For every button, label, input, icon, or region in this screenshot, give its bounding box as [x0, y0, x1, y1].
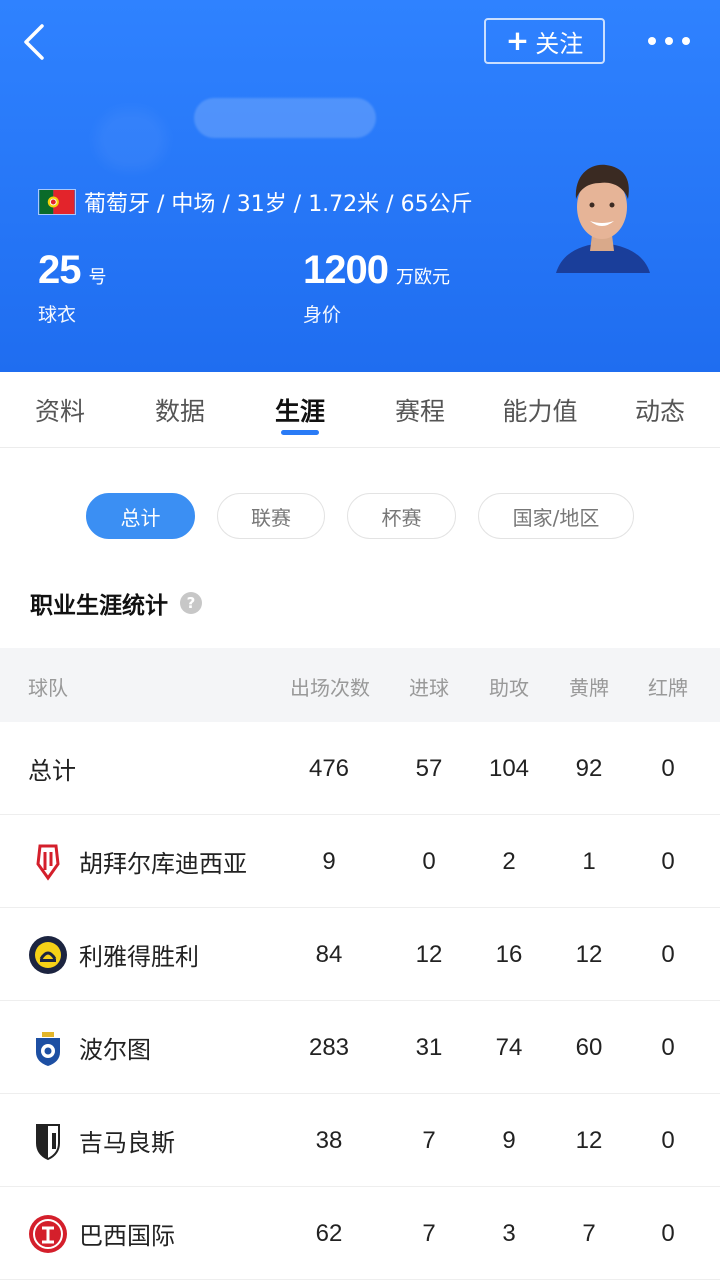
section-title-text: 职业生涯统计 — [30, 593, 168, 619]
player-info-text: 葡萄牙 / 中场 / 31岁 / 1.72米 / 65公斤 — [84, 192, 473, 217]
table-row[interactable]: 利雅得胜利 84 12 16 12 0 — [0, 908, 720, 1001]
tab-ability[interactable]: 能力值 — [480, 392, 600, 428]
player-header: + 关注 葡萄牙 / 中场 / 31岁 / 1.72米 / 65公斤 25 号 球… — [0, 0, 720, 372]
team-cell: 波尔图 — [28, 1001, 151, 1094]
yellow-value: 60 — [575, 1034, 603, 1061]
red-value: 0 — [661, 1034, 675, 1061]
team-name: 胡拜尔库迪西亚 — [79, 850, 247, 878]
player-info-line: 葡萄牙 / 中场 / 31岁 / 1.72米 / 65公斤 — [38, 186, 473, 218]
market-value-stat: 1200 万欧元 身价 — [303, 248, 450, 327]
team-name: 利雅得胜利 — [79, 943, 199, 971]
back-button[interactable] — [18, 22, 54, 62]
red-value: 0 — [661, 848, 675, 875]
team-name: 吉马良斯 — [79, 1129, 175, 1157]
col-header-apps: 出场次数 — [290, 676, 370, 700]
goals-value: 7 — [422, 1127, 436, 1154]
filter-cup[interactable]: 杯赛 — [347, 493, 456, 539]
red-value: 0 — [661, 1127, 675, 1154]
tab-news[interactable]: 动态 — [600, 392, 720, 428]
tab-bar: 资料 数据 生涯 赛程 能力值 动态 — [0, 372, 720, 448]
chevron-left-icon — [24, 24, 44, 60]
col-header-yellow: 黄牌 — [569, 676, 609, 700]
col-header-assists: 助攻 — [489, 676, 529, 700]
al-qadsiah-logo-icon — [28, 842, 68, 882]
red-value: 0 — [661, 755, 675, 782]
portugal-flag-icon — [38, 189, 76, 215]
internacional-logo-icon — [28, 1214, 68, 1254]
market-value-number: 1200 — [303, 248, 389, 292]
table-header: 球队 出场次数 进球 助攻 黄牌 红牌 — [0, 648, 720, 722]
tab-schedule[interactable]: 赛程 — [360, 392, 480, 428]
player-avatar — [556, 164, 650, 273]
yellow-value: 7 — [582, 1220, 596, 1247]
goals-value: 7 — [422, 1220, 436, 1247]
yellow-value: 12 — [575, 941, 603, 968]
more-dot-icon — [665, 37, 673, 45]
col-header-team: 球队 — [28, 676, 68, 700]
team-name: 巴西国际 — [79, 1222, 175, 1250]
yellow-value: 1 — [582, 848, 596, 875]
apps-value: 62 — [315, 1220, 343, 1247]
table-row[interactable]: 吉马良斯 38 7 9 12 0 — [0, 1094, 720, 1187]
table-row-total[interactable]: 总计 476 57 104 92 0 — [0, 722, 720, 815]
assists-value: 16 — [495, 941, 523, 968]
team-name: 波尔图 — [79, 1036, 151, 1064]
assists-value: 2 — [502, 848, 516, 875]
active-tab-indicator — [281, 430, 319, 435]
help-icon[interactable]: ? — [180, 592, 202, 614]
apps-value: 38 — [315, 1127, 343, 1154]
player-name-placeholder — [194, 98, 376, 138]
filter-league[interactable]: 联赛 — [217, 493, 325, 539]
follow-label: 关注 — [535, 29, 584, 58]
goals-value: 57 — [415, 755, 443, 782]
follow-button[interactable]: + 关注 — [484, 18, 605, 64]
assists-value: 74 — [495, 1034, 523, 1061]
apps-value: 9 — [322, 848, 336, 875]
jersey-unit: 号 — [88, 267, 107, 288]
table-row[interactable]: 巴西国际 62 7 3 7 0 — [0, 1187, 720, 1280]
yellow-value: 12 — [575, 1127, 603, 1154]
col-header-red: 红牌 — [648, 676, 688, 700]
filter-national[interactable]: 国家/地区 — [478, 493, 634, 539]
porto-logo-icon — [28, 1028, 68, 1068]
team-cell: 利雅得胜利 — [28, 908, 199, 1001]
assists-value: 104 — [488, 755, 530, 782]
apps-value: 283 — [308, 1034, 350, 1061]
section-title: 职业生涯统计 ? — [30, 586, 202, 620]
filter-total[interactable]: 总计 — [86, 493, 195, 539]
team-name: 总计 — [28, 757, 76, 785]
jersey-stat: 25 号 球衣 — [38, 248, 107, 327]
market-value-label: 身价 — [303, 304, 342, 326]
goals-value: 12 — [415, 941, 443, 968]
team-cell: 吉马良斯 — [28, 1094, 175, 1187]
apps-value: 476 — [308, 755, 350, 782]
team-cell: 总计 — [28, 722, 76, 815]
red-value: 0 — [661, 941, 675, 968]
blurred-decoration — [96, 110, 166, 170]
team-cell: 胡拜尔库迪西亚 — [28, 815, 247, 908]
assists-value: 3 — [502, 1220, 516, 1247]
more-dot-icon — [648, 37, 656, 45]
table-row[interactable]: 胡拜尔库迪西亚 9 0 2 1 0 — [0, 815, 720, 908]
goals-value: 31 — [415, 1034, 443, 1061]
apps-value: 84 — [315, 941, 343, 968]
jersey-number: 25 — [38, 248, 81, 292]
col-header-goals: 进球 — [409, 676, 449, 700]
more-options-button[interactable] — [648, 30, 690, 52]
goals-value: 0 — [422, 848, 436, 875]
plus-icon: + — [505, 24, 530, 57]
tab-data[interactable]: 数据 — [120, 392, 240, 428]
al-nassr-logo-icon — [28, 935, 68, 975]
table-row[interactable]: 波尔图 283 31 74 60 0 — [0, 1001, 720, 1094]
tab-profile[interactable]: 资料 — [0, 392, 120, 428]
jersey-label: 球衣 — [38, 304, 77, 326]
tab-career[interactable]: 生涯 — [240, 392, 360, 428]
more-dot-icon — [682, 37, 690, 45]
assists-value: 9 — [502, 1127, 516, 1154]
team-cell: 巴西国际 — [28, 1187, 175, 1280]
red-value: 0 — [661, 1220, 675, 1247]
market-value-unit: 万欧元 — [395, 267, 450, 288]
vitoria-guimaraes-logo-icon — [28, 1121, 68, 1161]
yellow-value: 92 — [575, 755, 603, 782]
